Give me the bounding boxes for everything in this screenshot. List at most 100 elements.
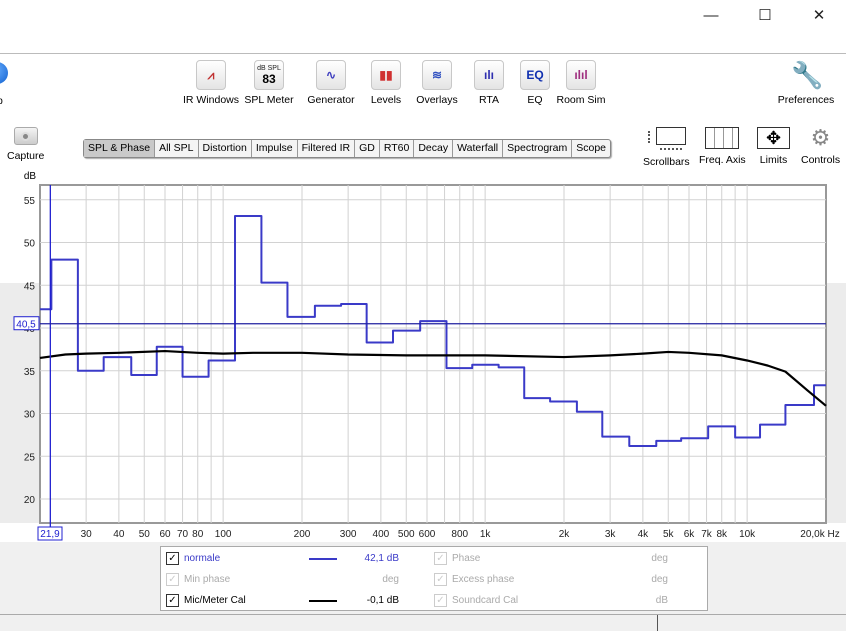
tab-distortion[interactable]: Distortion	[199, 140, 252, 157]
phase-label: Phase	[452, 552, 481, 564]
wrench-icon: 🔧	[791, 60, 824, 90]
y-tick-label: 55	[24, 196, 36, 207]
spl-meter-button[interactable]: dB SPL 83 SPL Meter	[234, 60, 304, 106]
x-tick-label: 600	[419, 529, 436, 540]
x-tick-label: 300	[340, 529, 357, 540]
y-tick-label: 20	[24, 495, 36, 506]
y-tick-label: 45	[24, 281, 36, 292]
x-tick-label: 8k	[716, 529, 728, 540]
x-tick-label: 6k	[684, 529, 696, 540]
tab-gd[interactable]: GD	[355, 140, 380, 157]
mic-cal-label: Mic/Meter Cal	[184, 594, 246, 606]
toolbar-icon-glyph: 83	[262, 72, 276, 86]
normale-checkbox[interactable]: ✓	[166, 551, 179, 565]
mic-cal-line-swatch	[309, 600, 337, 602]
freq-axis-button[interactable]: Freq. Axis	[699, 127, 746, 166]
legend-row-min-phase[interactable]: ✓ Min phase	[166, 570, 230, 588]
phase-checkbox[interactable]: ✓	[434, 551, 447, 565]
tab-impulse[interactable]: Impulse	[252, 140, 298, 157]
limits-button[interactable]: ✥ Limits	[757, 127, 790, 166]
toolbar-label: Room Sim	[556, 94, 606, 106]
x-tick-label: 60	[159, 529, 171, 540]
normale-value: 42,1 dB	[364, 552, 399, 564]
y-axis-label: dB	[24, 171, 37, 182]
tab-all-spl[interactable]: All SPL	[155, 140, 199, 157]
cursor-x-label: 21,9	[40, 529, 60, 540]
maximize-button[interactable]: ☐	[742, 0, 788, 30]
x-tick-label: 2k	[559, 529, 571, 540]
legend-row-phase[interactable]: ✓ Phase	[434, 549, 480, 567]
mic-cal-value: -0,1 dB	[366, 594, 399, 606]
help-label: p	[0, 95, 3, 107]
x-tick-label: 200	[294, 529, 311, 540]
soundcard-cal-checkbox[interactable]: ✓	[434, 593, 447, 607]
toolbar-icon-glyph: ▮▮	[379, 68, 393, 82]
spl-chart[interactable]: 2025303540455055dB3040506070801002003004…	[0, 165, 846, 543]
legend-row-normale[interactable]: ✓ normale	[166, 549, 220, 567]
x-tick-label: 5k	[663, 529, 675, 540]
ir-windows-icon: ⩘	[196, 60, 226, 90]
cursor-y-label: 40,5	[16, 320, 36, 331]
mic-cal-checkbox[interactable]: ✓	[166, 593, 179, 607]
camera-icon	[13, 127, 38, 145]
controls-button[interactable]: ⚙ Controls	[801, 125, 840, 167]
y-tick-label: 35	[24, 367, 36, 378]
toolbar-icon-glyph: ∿	[325, 68, 337, 82]
graph-tabs: SPL & Phase All SPL Distortion Impulse Filte…	[83, 139, 612, 158]
tab-spectrogram[interactable]: Spectrogram	[503, 140, 573, 157]
help-button[interactable]	[0, 62, 8, 84]
scrollbars-button[interactable]: Scrollbars	[643, 127, 690, 168]
excess-phase-checkbox[interactable]: ✓	[434, 572, 447, 586]
toolbar-label: SPL Meter	[244, 94, 294, 106]
x-tick-label: 50	[139, 529, 151, 540]
gear-icon: ⚙	[810, 125, 831, 150]
toolbar-icon-glyph: ⩘	[207, 68, 215, 82]
soundcard-cal-value: dB	[655, 594, 668, 606]
tab-waterfall[interactable]: Waterfall	[453, 140, 504, 157]
minimize-button[interactable]: —	[688, 0, 734, 30]
toolbar-label: EQ	[527, 94, 543, 106]
status-bar-separator	[657, 615, 658, 631]
toolbar-icon-glyph: ≋	[431, 68, 443, 82]
levels-icon: ▮▮	[371, 60, 401, 90]
x-tick-label: 40	[113, 529, 125, 540]
x-tick-label: 7k	[701, 529, 713, 540]
legend-row-mic-cal[interactable]: ✓ Mic/Meter Cal	[166, 591, 246, 609]
toolbar-icon-glyph: EQ	[526, 68, 544, 82]
x-tick-label: 800	[451, 529, 468, 540]
tab-filtered-ir[interactable]: Filtered IR	[298, 140, 356, 157]
toolbar-icon-glyph: ılıl	[574, 68, 588, 82]
capture-button[interactable]: Capture	[7, 127, 44, 162]
y-tick-label: 30	[24, 410, 36, 421]
room-sim-icon: ılıl	[566, 60, 596, 90]
x-tick-label: 100	[215, 529, 232, 540]
x-tick-label: 1k	[480, 529, 492, 540]
legend-row-excess-phase[interactable]: ✓ Excess phase	[434, 570, 514, 588]
legend-row-soundcard-cal[interactable]: ✓ Soundcard Cal	[434, 591, 518, 609]
x-tick-label: 3k	[605, 529, 617, 540]
toolbar-label: Overlays	[416, 94, 458, 106]
toolbar-label: Levels	[370, 94, 402, 106]
x-tick-label: 400	[373, 529, 390, 540]
tab-rt60[interactable]: RT60	[380, 140, 415, 157]
generator-icon: ∿	[316, 60, 346, 90]
toolbar-divider	[0, 53, 846, 54]
preferences-button[interactable]: 🔧 Preferences	[771, 60, 841, 106]
soundcard-cal-label: Soundcard Cal	[452, 594, 519, 606]
toolbar-label: IR Windows	[182, 94, 239, 106]
normale-label: normale	[184, 552, 221, 564]
phase-value: deg	[651, 552, 668, 564]
tab-spl-phase[interactable]: SPL & Phase	[84, 140, 156, 157]
x-tick-label: 70	[177, 529, 189, 540]
close-button[interactable]: ✕	[796, 0, 842, 30]
x-tick-label: 500	[398, 529, 415, 540]
overlays-icon: ≋	[422, 60, 452, 90]
toolbar-label: Generator	[307, 94, 355, 106]
room-sim-button[interactable]: ılıl Room Sim	[546, 60, 616, 106]
min-phase-checkbox[interactable]: ✓	[166, 572, 179, 586]
x-tick-label: 10k	[739, 529, 756, 540]
spl-meter-icon: dB SPL 83	[254, 60, 284, 90]
tab-scope[interactable]: Scope	[572, 140, 610, 157]
y-tick-label: 50	[24, 239, 36, 250]
tab-decay[interactable]: Decay	[414, 140, 454, 157]
